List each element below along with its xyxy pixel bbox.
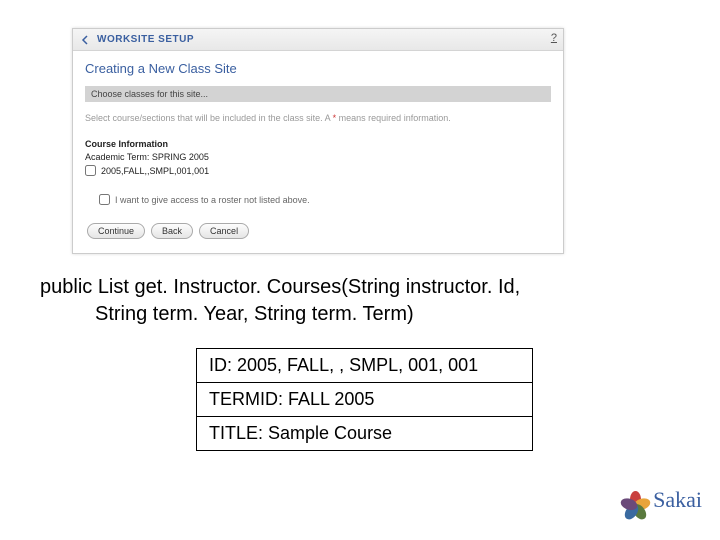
window-title: WORKSITE SETUP <box>97 34 194 45</box>
course-info-heading: Course Information <box>85 139 551 149</box>
brand-logo: Sakai <box>622 486 702 514</box>
info-id: ID: 2005, FALL, , SMPL, 001, 001 <box>197 349 533 383</box>
brand-name: Sakai <box>653 487 702 513</box>
info-table: ID: 2005, FALL, , SMPL, 001, 001 TERMID:… <box>196 348 533 451</box>
logo-flower-icon <box>622 486 650 514</box>
instruction-part-b: means required information. <box>336 113 451 123</box>
titlebar: WORKSITE SETUP ? <box>73 29 563 51</box>
help-icon[interactable]: ? <box>551 32 557 44</box>
roster-row[interactable]: I want to give access to a roster not li… <box>99 194 551 205</box>
instruction-part-a: Select course/sections that will be incl… <box>85 113 333 123</box>
cancel-button[interactable]: Cancel <box>199 223 249 239</box>
info-title: TITLE: Sample Course <box>197 417 533 451</box>
app-window: WORKSITE SETUP ? Creating a New Class Si… <box>72 28 564 254</box>
button-row: Continue Back Cancel <box>85 223 551 239</box>
course-option-label: 2005,FALL,,SMPL,001,001 <box>101 166 209 176</box>
back-button[interactable]: Back <box>151 223 193 239</box>
back-arrow-icon[interactable] <box>79 33 93 47</box>
roster-label: I want to give access to a roster not li… <box>115 195 310 205</box>
code-line-1: public List get. Instructor. Courses(Str… <box>40 274 670 301</box>
content-area: Creating a New Class Site Choose classes… <box>73 51 563 253</box>
course-option-row[interactable]: 2005,FALL,,SMPL,001,001 <box>85 165 551 176</box>
code-signature: public List get. Instructor. Courses(Str… <box>40 274 670 328</box>
page-title: Creating a New Class Site <box>85 61 551 76</box>
term-value: SPRING 2005 <box>152 152 209 162</box>
info-termid: TERMID: FALL 2005 <box>197 383 533 417</box>
term-line: Academic Term: SPRING 2005 <box>85 152 551 162</box>
instruction-text: Select course/sections that will be incl… <box>85 112 551 125</box>
roster-checkbox[interactable] <box>99 194 110 205</box>
term-label: Academic Term: <box>85 152 152 162</box>
section-bar: Choose classes for this site... <box>85 86 551 102</box>
continue-button[interactable]: Continue <box>87 223 145 239</box>
code-line-2: String term. Year, String term. Term) <box>40 301 670 328</box>
course-option-checkbox[interactable] <box>85 165 96 176</box>
